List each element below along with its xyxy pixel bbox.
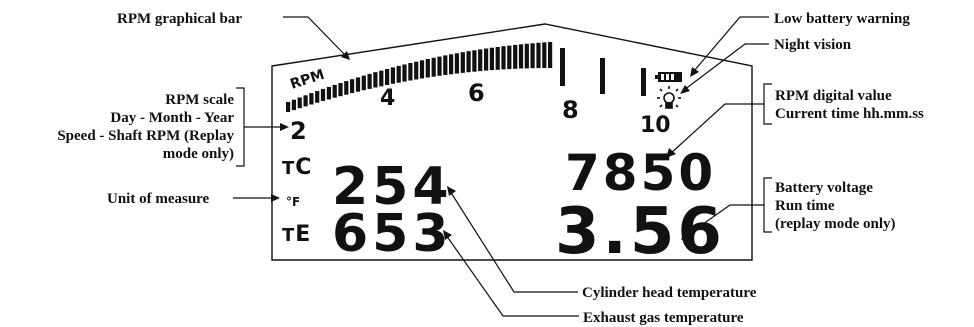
svg-text:mode only): mode only) xyxy=(163,146,234,162)
rpm-bar-segment xyxy=(542,42,547,68)
rpm-bar-segment xyxy=(385,69,390,85)
rpm-tag: RPM xyxy=(288,67,326,93)
cylinder-head-callout: Cylinder head temperature xyxy=(582,285,757,301)
scale-tick-2: 2 xyxy=(290,117,307,145)
rpm-bar-segment xyxy=(303,95,308,107)
rpm-bar-segment xyxy=(501,46,506,70)
rpm-digital-value: 7850 xyxy=(565,144,716,202)
rpm-bar-segment xyxy=(472,50,477,72)
rpm-bar-segment xyxy=(431,57,436,77)
rpm-bar-segment xyxy=(460,52,465,73)
unit-of-measure-callout: Unit of measure xyxy=(107,191,210,207)
rpm-bar-segment xyxy=(367,73,372,89)
rpm-bar-segment xyxy=(344,81,349,95)
rpm-bar-segment xyxy=(338,83,343,97)
rpm-bar-segment xyxy=(361,75,366,91)
scale-tick-10: 10 xyxy=(640,113,671,138)
rpm-bar-segment xyxy=(478,49,483,72)
rpm-bar-segment xyxy=(297,97,302,109)
rpm-bar-segment xyxy=(524,43,529,69)
rpm-bar-segment-tall xyxy=(641,68,646,96)
rpm-bar-segment xyxy=(320,88,326,101)
rpm-bar-segment xyxy=(449,54,454,75)
rpm-scale-callout: RPM scale Day - Month - Year Speed - Sha… xyxy=(57,92,234,162)
rpm-bar-segment xyxy=(414,61,419,80)
scale-tick-4: 4 xyxy=(380,86,395,111)
rpm-bar-segment xyxy=(437,56,442,76)
rpm-bar-segment xyxy=(402,64,407,82)
rpm-bar-segment xyxy=(396,65,401,83)
rpm-bar-segment xyxy=(326,86,331,100)
exhaust-gas-callout: Exhaust gas temperature xyxy=(583,310,744,326)
rpm-bar-segment xyxy=(484,48,489,71)
svg-text:Run time: Run time xyxy=(775,198,835,214)
battery-voltage-callout: Battery voltage Run time (replay mode on… xyxy=(775,180,896,232)
svg-text:RPM digital value: RPM digital value xyxy=(775,88,892,104)
rpm-bar-segment xyxy=(408,63,413,81)
scale-tick-8: 8 xyxy=(562,96,579,124)
rpm-bar-segment xyxy=(332,84,337,98)
te-label: TE xyxy=(282,222,310,247)
rpm-bar-segment xyxy=(507,45,512,70)
rpm-bar-segment xyxy=(454,53,459,74)
rpm-bar-segment xyxy=(379,70,384,87)
rpm-bar-segment xyxy=(291,99,296,111)
rpm-bar-segment-tall xyxy=(560,48,565,86)
battery-voltage-value: 3.56 xyxy=(555,195,725,269)
rpm-bar-segment xyxy=(536,42,541,69)
rpm-bar-segment xyxy=(489,47,494,71)
rpm-bar-segment xyxy=(350,79,355,94)
svg-text:Current time hh.mm.ss: Current time hh.mm.ss xyxy=(775,106,924,122)
rpm-bar-segment xyxy=(466,51,471,73)
rpm-bar-segment xyxy=(425,59,430,78)
night-vision-callout: Night vision xyxy=(774,37,852,53)
svg-text:RPM scale: RPM scale xyxy=(165,92,234,108)
dashboard-diagram: RPM 2 4 6 8 10 TC °F TE 254 653 7850 3.5… xyxy=(57,11,924,326)
svg-text:Day - Month - Year: Day - Month - Year xyxy=(110,110,234,126)
tc-label: TC xyxy=(282,155,311,180)
svg-text:Battery voltage: Battery voltage xyxy=(775,180,873,196)
rpm-digital-callout: RPM digital value Current time hh.mm.ss xyxy=(775,88,924,122)
rpm-bar-segment xyxy=(530,43,535,69)
unit-label: °F xyxy=(286,195,300,209)
rpm-bar-segment xyxy=(315,91,320,103)
rpm-bar-segment xyxy=(513,44,518,69)
scale-tick-6: 6 xyxy=(468,79,485,107)
exhaust-gas-temp-value: 653 xyxy=(332,204,453,264)
rpm-bar-segment xyxy=(419,60,425,79)
rpm-bar-segment xyxy=(355,77,361,92)
rpm-bar-segment xyxy=(373,72,378,88)
rpm-bar-segment-tall xyxy=(600,58,605,94)
rpm-bar-segment xyxy=(518,44,524,69)
rpm-bar-callout: RPM graphical bar xyxy=(117,11,242,27)
rpm-bar-segment xyxy=(548,42,553,68)
rpm-bar-segment xyxy=(309,93,314,105)
rpm-graphical-bar xyxy=(286,42,553,112)
svg-text:(replay mode only): (replay mode only) xyxy=(775,216,896,232)
rpm-bar-segment xyxy=(286,102,291,112)
night-vision-icon xyxy=(657,86,681,109)
svg-text:Speed - Shaft RPM (Replay: Speed - Shaft RPM (Replay xyxy=(57,128,234,144)
rpm-bar-segment xyxy=(443,55,448,75)
rpm-bar-segment xyxy=(390,67,395,84)
low-battery-icon xyxy=(655,72,682,82)
rpm-bar-segment xyxy=(495,47,500,70)
low-battery-callout: Low battery warning xyxy=(774,11,910,27)
